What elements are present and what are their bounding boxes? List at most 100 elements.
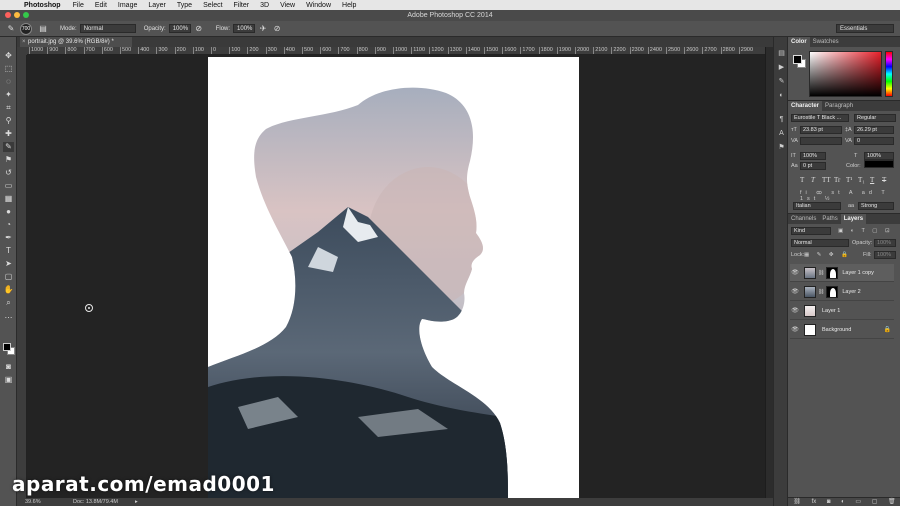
lasso-tool-icon[interactable]: ◌ [3, 77, 14, 87]
fill-field[interactable]: 100% [874, 251, 896, 259]
underline-button[interactable]: T [870, 176, 874, 184]
menu-edit[interactable]: Edit [95, 2, 107, 9]
flow-field[interactable]: 100% [233, 24, 256, 33]
hue-slider[interactable] [885, 51, 893, 97]
pressure-size-icon[interactable]: ⊘ [272, 24, 282, 34]
menu-help[interactable]: Help [342, 2, 356, 9]
layer-row[interactable]: 👁 Background 🔒 [790, 321, 894, 339]
menu-type[interactable]: Type [177, 2, 192, 9]
text-color-swatch[interactable] [864, 160, 894, 168]
layer-name[interactable]: Background [822, 327, 851, 333]
layer-thumbnail[interactable] [804, 285, 816, 298]
mode-select[interactable]: Normal [79, 24, 136, 33]
quick-selection-tool-icon[interactable]: ✦ [3, 90, 14, 100]
gradient-tool-icon[interactable]: ▦ [3, 194, 14, 204]
foreground-color-swatch[interactable] [3, 343, 11, 351]
color-picker-field[interactable] [809, 51, 882, 97]
brush-tool-icon[interactable]: ✎ [6, 24, 16, 34]
layer-name[interactable]: Layer 2 [842, 289, 860, 295]
pressure-opacity-icon[interactable]: ⊘ [194, 24, 204, 34]
menu-view[interactable]: View [280, 2, 295, 9]
hand-tool-icon[interactable]: ✋ [3, 285, 14, 295]
delete-layer-icon[interactable]: 🗑 [888, 498, 896, 506]
new-group-icon[interactable]: ▭ [855, 498, 861, 506]
paragraph-styles-icon[interactable]: A [777, 129, 786, 138]
tab-swatches[interactable]: Swatches [810, 37, 842, 47]
lock-icons[interactable]: ▦ ✎ ✥ 🔒 [804, 252, 851, 258]
color-panel-foreground-swatch[interactable] [793, 55, 802, 64]
layer-name[interactable]: Layer 1 [822, 308, 840, 314]
brush-size-picker[interactable]: 700 [20, 22, 32, 35]
layer-mask-thumbnail[interactable] [826, 266, 839, 279]
menu-window[interactable]: Window [306, 2, 331, 9]
menu-3d[interactable]: 3D [260, 2, 269, 9]
tab-paragraph[interactable]: Paragraph [822, 101, 856, 111]
layer-name[interactable]: Layer 1 copy [842, 270, 874, 276]
layer-row[interactable]: 👁 ⛓ Layer 1 copy [790, 264, 894, 282]
layer-row[interactable]: 👁 ⛓ Layer 2 [790, 283, 894, 301]
font-size-field[interactable]: 23.83 pt [800, 126, 842, 134]
crop-tool-icon[interactable]: ⌗ [3, 103, 14, 113]
zoom-level[interactable]: 39.6% [25, 498, 41, 506]
link-icon[interactable]: ⛓ [818, 289, 824, 295]
layer-filter-select[interactable]: Kind [791, 227, 831, 235]
ruler-corner[interactable] [17, 47, 27, 55]
properties-panel-icon[interactable]: ▶ [777, 63, 786, 72]
opacity-field[interactable]: 100% [168, 24, 191, 33]
adjustments-icon[interactable]: ◐ [777, 91, 786, 100]
history-panel-icon[interactable]: ▤ [777, 49, 786, 58]
visibility-eye-icon[interactable]: 👁 [790, 288, 800, 295]
strikethrough-button[interactable]: T [882, 176, 886, 184]
horizontal-scale-field[interactable]: 100% [864, 152, 894, 160]
history-brush-tool-icon[interactable]: ↺ [3, 168, 14, 178]
screen-mode-icon[interactable]: ▣ [3, 375, 14, 385]
faux-bold-button[interactable]: T [800, 176, 804, 184]
vertical-ruler[interactable] [17, 55, 27, 498]
more-tools-icon[interactable]: ⋯ [3, 313, 14, 323]
visibility-eye-icon[interactable]: 👁 [790, 269, 800, 276]
link-icon[interactable]: ⛓ [818, 270, 824, 276]
menu-app-name[interactable]: Photoshop [24, 2, 61, 9]
small-caps-button[interactable]: Tr [834, 176, 840, 184]
vertical-scrollbar[interactable] [765, 47, 773, 498]
layer-thumbnail[interactable] [804, 266, 816, 279]
vertical-scale-field[interactable]: 100% [800, 152, 826, 160]
leading-field[interactable]: 26.29 pt [854, 126, 894, 134]
canvas-workspace[interactable] [27, 55, 765, 498]
layer-mask-thumbnail[interactable] [826, 285, 839, 298]
menu-image[interactable]: Image [118, 2, 137, 9]
workspace-switcher[interactable]: Essentials [836, 24, 894, 33]
layer-opacity-field[interactable]: 100% [874, 239, 896, 247]
marquee-tool-icon[interactable]: ⬚ [3, 64, 14, 74]
faux-italic-button[interactable]: T [811, 176, 815, 184]
tab-paths[interactable]: Paths [819, 214, 840, 224]
brush-panel-toggle-icon[interactable]: ▤ [38, 24, 48, 34]
document-canvas[interactable] [208, 57, 579, 498]
quick-mask-icon[interactable]: ◙ [3, 362, 14, 372]
antialias-select[interactable]: Strong [858, 202, 894, 210]
menu-select[interactable]: Select [203, 2, 222, 9]
all-caps-button[interactable]: TT [822, 176, 831, 184]
layer-filter-icons[interactable]: ▣ ◐ T ▢ ⊡ [838, 228, 893, 234]
status-menu-arrow-icon[interactable]: ▸ [135, 498, 138, 506]
move-tool-icon[interactable]: ✥ [3, 51, 14, 61]
brush-tool-icon[interactable]: ✎ [3, 142, 14, 152]
blur-tool-icon[interactable]: ● [3, 207, 14, 217]
visibility-eye-icon[interactable]: 👁 [790, 326, 800, 333]
visibility-eye-icon[interactable]: 👁 [790, 307, 800, 314]
tab-color[interactable]: Color [788, 37, 810, 47]
menu-file[interactable]: File [73, 2, 84, 9]
pen-tool-icon[interactable]: ✒ [3, 233, 14, 243]
tracking-field[interactable]: 0 [854, 137, 894, 145]
layer-thumbnail[interactable] [804, 323, 816, 336]
layer-thumbnail[interactable] [804, 304, 816, 317]
shape-tool-icon[interactable]: ▢ [3, 272, 14, 282]
brush-presets-icon[interactable]: ✎ [777, 77, 786, 86]
tab-character[interactable]: Character [788, 101, 823, 111]
dodge-tool-icon[interactable]: ◔ [3, 220, 14, 230]
clone-stamp-tool-icon[interactable]: ⚑ [3, 155, 14, 165]
kerning-field[interactable] [800, 137, 842, 145]
menu-layer[interactable]: Layer [148, 2, 166, 9]
language-select[interactable]: Italian [793, 202, 841, 210]
zoom-tool-icon[interactable]: ⌕ [3, 298, 14, 308]
